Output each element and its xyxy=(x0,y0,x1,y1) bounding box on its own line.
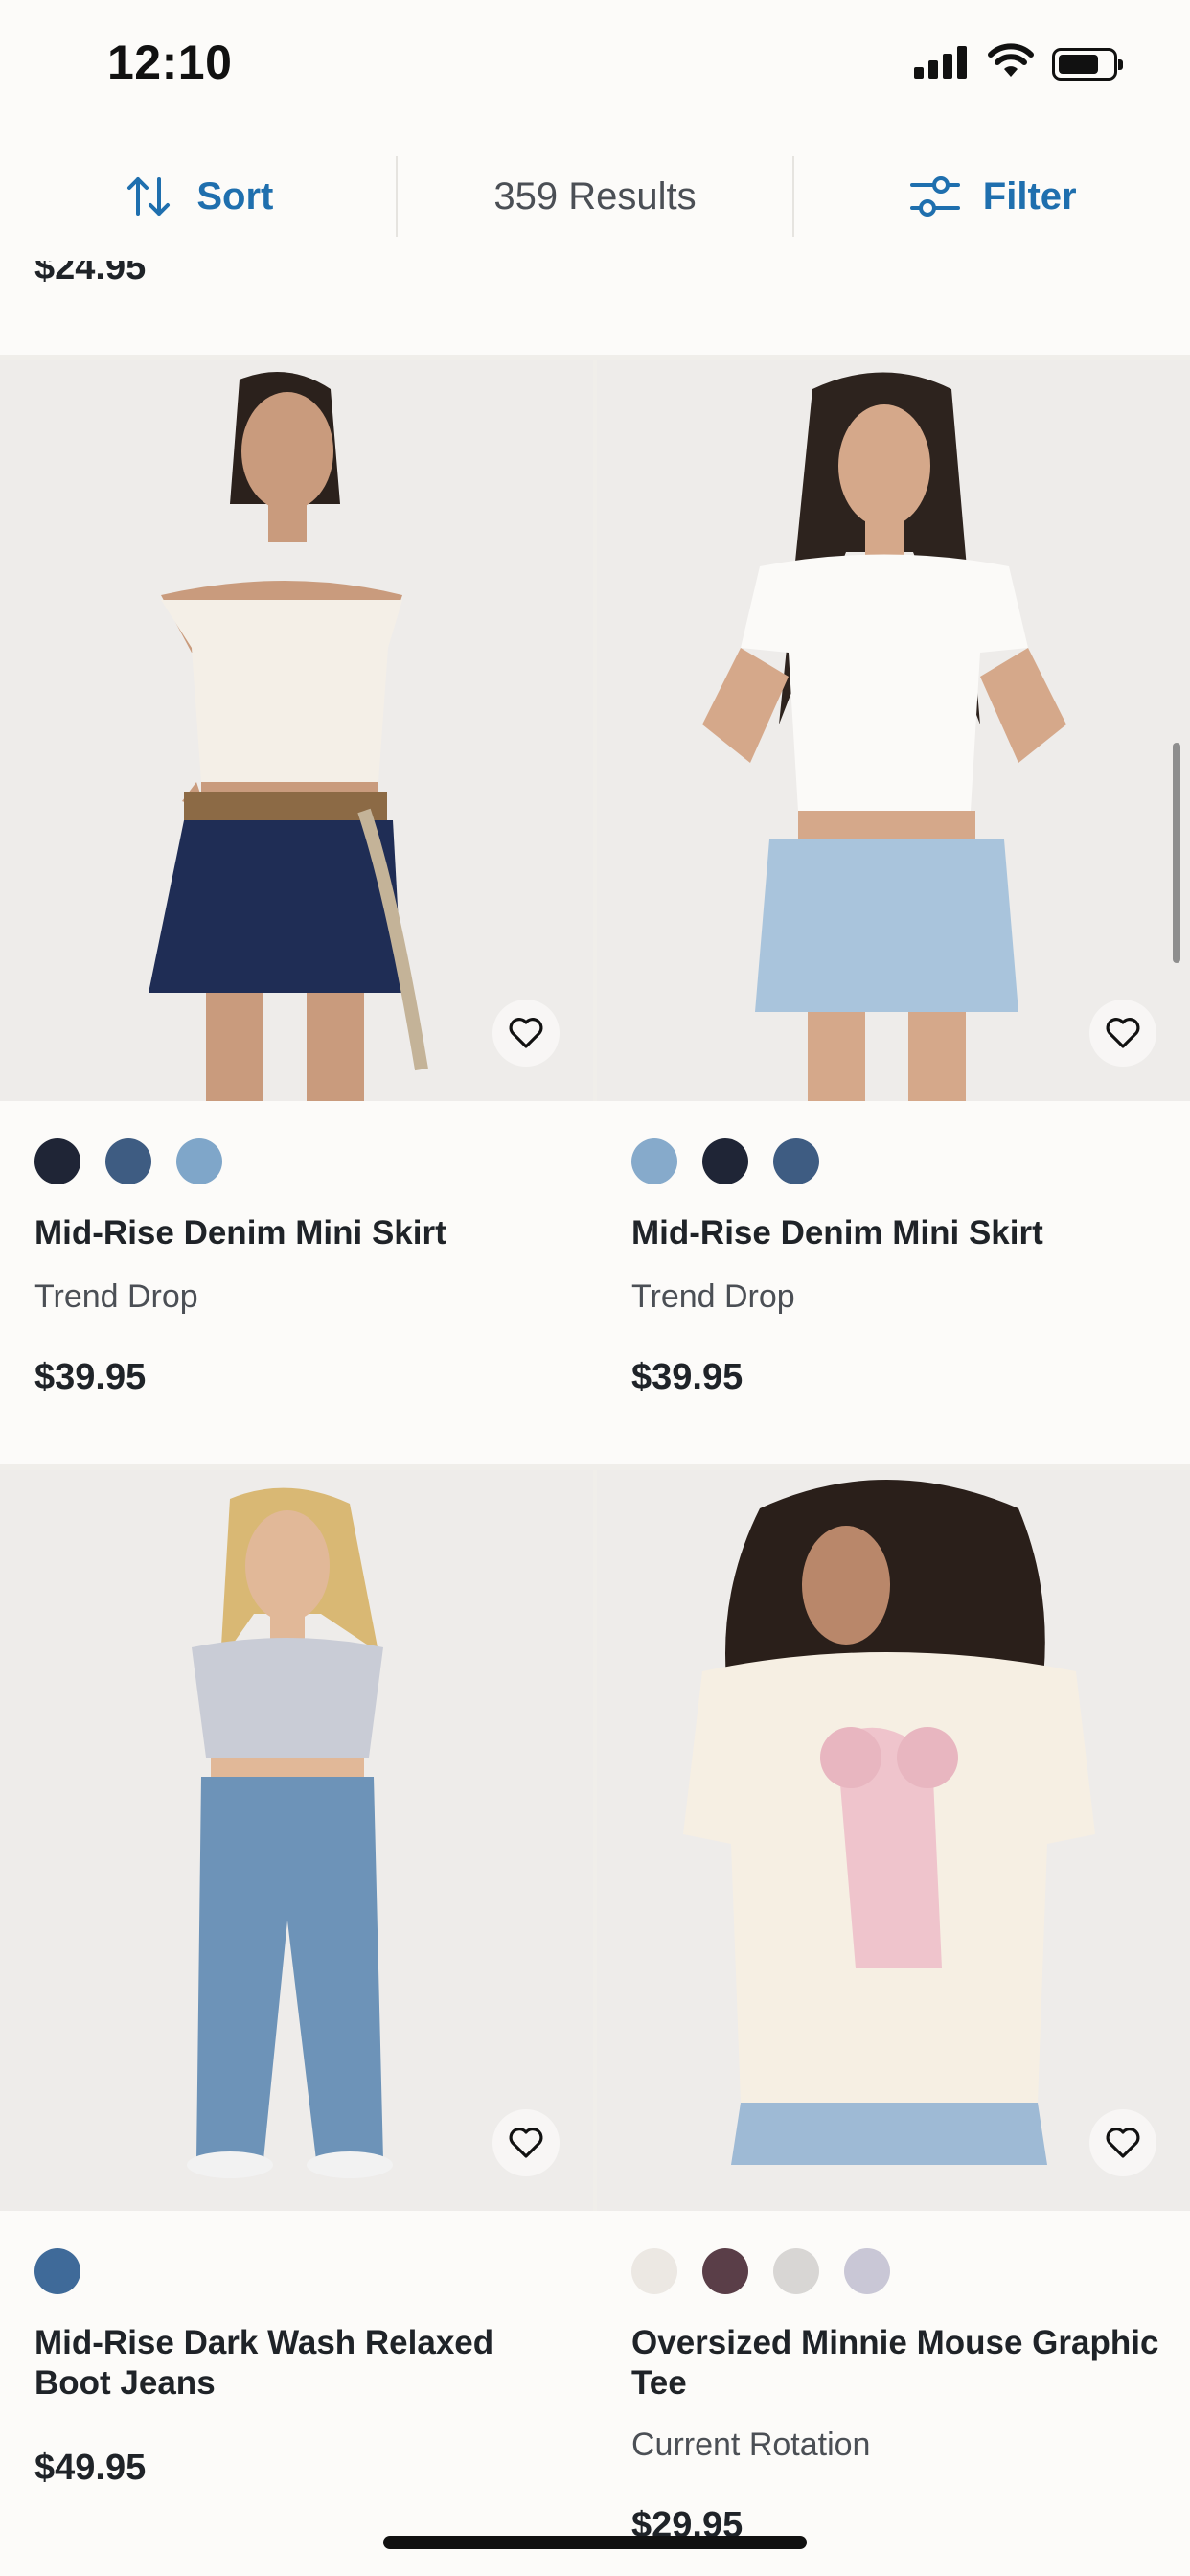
color-swatch[interactable] xyxy=(105,1138,151,1184)
product-card[interactable]: Oversized Minnie Mouse Graphic Tee Curre… xyxy=(597,1470,1190,2576)
product-listing-screen: 12:10 Sort 359 Results Filter $24.95 Mid… xyxy=(0,0,1190,2576)
product-title[interactable]: Mid-Rise Denim Mini Skirt xyxy=(631,1213,1168,1254)
product-price: $49.95 xyxy=(34,2448,147,2488)
wishlist-button[interactable] xyxy=(492,2109,560,2176)
color-swatch[interactable] xyxy=(631,1138,677,1184)
product-collection: Trend Drop xyxy=(34,1278,198,1315)
product-card[interactable]: Mid-Rise Denim Mini Skirt Trend Drop $39… xyxy=(597,360,1190,1470)
product-image[interactable] xyxy=(0,1470,594,2211)
cellular-signal-icon xyxy=(914,46,968,79)
product-photo xyxy=(597,360,1190,1101)
heart-icon xyxy=(1106,2128,1140,2158)
product-photo xyxy=(597,1470,1190,2211)
sort-arrows-icon xyxy=(127,177,171,216)
filter-button[interactable]: Filter xyxy=(794,156,1190,237)
color-swatches xyxy=(631,1138,819,1184)
filter-label: Filter xyxy=(982,174,1077,218)
color-swatches xyxy=(631,2248,890,2294)
results-count-cell: 359 Results xyxy=(398,156,793,237)
product-price: $39.95 xyxy=(34,1357,147,1397)
product-card[interactable]: Mid-Rise Dark Wash Relaxed Boot Jeans $4… xyxy=(0,1470,594,2576)
sort-label: Sort xyxy=(196,174,274,218)
product-photo xyxy=(0,360,594,1101)
product-collection: Current Rotation xyxy=(631,2426,871,2463)
filter-sliders-icon xyxy=(909,176,960,217)
product-image[interactable] xyxy=(597,1470,1190,2211)
product-title[interactable]: Mid-Rise Denim Mini Skirt xyxy=(34,1213,571,1254)
color-swatch[interactable] xyxy=(34,1138,80,1184)
color-swatches xyxy=(34,1138,222,1184)
status-time: 12:10 xyxy=(107,35,233,89)
home-indicator[interactable] xyxy=(383,2536,807,2549)
sort-button[interactable]: Sort xyxy=(0,156,396,237)
product-title[interactable]: Oversized Minnie Mouse Graphic Tee xyxy=(631,2323,1168,2404)
wishlist-button[interactable] xyxy=(492,1000,560,1067)
product-collection: Trend Drop xyxy=(631,1278,795,1315)
sort-filter-bar: Sort 359 Results Filter xyxy=(0,132,1190,261)
color-swatch[interactable] xyxy=(844,2248,890,2294)
color-swatch[interactable] xyxy=(631,2248,677,2294)
battery-level xyxy=(1059,55,1098,74)
color-swatch[interactable] xyxy=(702,2248,748,2294)
battery-icon xyxy=(1052,48,1123,80)
results-count: 359 Results xyxy=(493,174,697,218)
column-separator xyxy=(593,360,597,1101)
product-image[interactable] xyxy=(0,360,594,1101)
heart-icon xyxy=(509,1018,543,1048)
color-swatch[interactable] xyxy=(34,2248,80,2294)
product-card[interactable]: Mid-Rise Denim Mini Skirt Trend Drop $39… xyxy=(0,360,594,1470)
color-swatch[interactable] xyxy=(176,1138,222,1184)
color-swatch[interactable] xyxy=(773,1138,819,1184)
heart-icon xyxy=(1106,1018,1140,1048)
color-swatches xyxy=(34,2248,80,2294)
product-image[interactable] xyxy=(597,360,1190,1101)
status-bar: 12:10 xyxy=(0,0,1190,132)
color-swatch[interactable] xyxy=(773,2248,819,2294)
product-title[interactable]: Mid-Rise Dark Wash Relaxed Boot Jeans xyxy=(34,2323,571,2404)
product-photo xyxy=(0,1470,594,2211)
color-swatch[interactable] xyxy=(702,1138,748,1184)
wishlist-button[interactable] xyxy=(1089,1000,1156,1067)
column-separator xyxy=(593,1470,597,2211)
scrollbar[interactable] xyxy=(1173,743,1180,963)
product-price: $39.95 xyxy=(631,1357,744,1397)
wishlist-button[interactable] xyxy=(1089,2109,1156,2176)
wifi-icon xyxy=(988,43,1034,77)
heart-icon xyxy=(509,2128,543,2158)
